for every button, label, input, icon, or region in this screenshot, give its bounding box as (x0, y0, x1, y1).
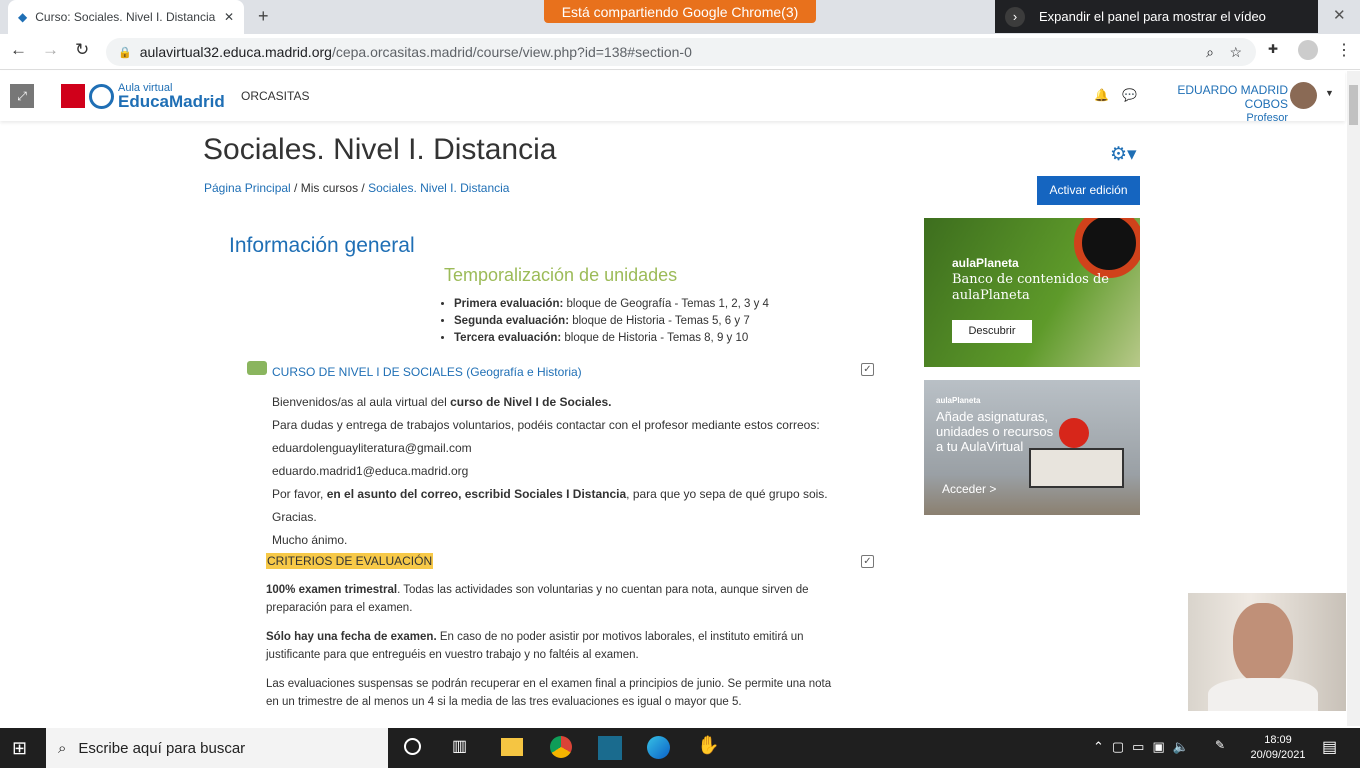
browser-toolbar: ← → ↻ 🔒 aulavirtual32.educa.madrid.org/c… (0, 34, 1360, 70)
hand-app-icon[interactable]: ✋ (697, 735, 719, 756)
books-icon (1029, 448, 1124, 488)
reload-icon[interactable]: ↻ (75, 40, 89, 60)
section-heading: Información general (229, 234, 415, 257)
list-item: Primera evaluación: bloque de Geografía … (454, 296, 769, 313)
app-icon[interactable] (598, 736, 622, 760)
graduation-cap-icon: ◆ (18, 10, 28, 24)
extensions-icon[interactable]: ✚ (1268, 42, 1278, 56)
webcam-video[interactable] (1188, 593, 1346, 711)
shirt-icon (1208, 678, 1318, 711)
menu-icon[interactable]: ⋮ (1336, 40, 1352, 60)
tab-bar: ◆ Curso: Sociales. Nivel I. Distancia ✕ … (0, 0, 1360, 34)
access-button[interactable]: Acceder > (942, 482, 996, 496)
close-window-icon[interactable]: ✕ (1333, 6, 1346, 24)
frog-eye-icon (1074, 218, 1140, 278)
cortana-icon[interactable] (404, 738, 421, 755)
forum-link[interactable]: CURSO DE NIVEL I DE SOCIALES (Geografía … (272, 365, 582, 379)
criteria-label[interactable]: CRITERIOS DE EVALUACIÓN (266, 553, 434, 569)
page-title: Sociales. Nivel I. Distancia (203, 133, 557, 166)
fullscreen-toggle[interactable]: ⤢ (10, 84, 34, 108)
pen-icon[interactable]: ✎ (1215, 738, 1225, 752)
completion-checkbox[interactable]: ✓ (861, 363, 874, 376)
sharing-banner[interactable]: Está compartiendo Google Chrome(3) (544, 0, 816, 23)
messages-icon[interactable]: 💬 (1122, 88, 1137, 102)
edge-icon[interactable] (647, 736, 670, 759)
chevron-right-icon: › (1005, 6, 1025, 27)
lock-icon: 🔒 (118, 46, 132, 59)
profile-icon[interactable] (1298, 40, 1318, 60)
expand-video-panel[interactable]: › Expandir el panel para mostrar el vídeo (995, 0, 1318, 33)
clock[interactable]: 18:09 20/09/2021 (1246, 733, 1310, 763)
educamadrid-logo-icon (89, 83, 114, 109)
browser-tab[interactable]: ◆ Curso: Sociales. Nivel I. Distancia ✕ (8, 0, 244, 34)
address-bar[interactable]: 🔒 aulavirtual32.educa.madrid.org/cepa.or… (106, 38, 1256, 66)
task-view-icon[interactable]: ▥ (452, 736, 467, 756)
completion-checkbox[interactable]: ✓ (861, 555, 874, 568)
taskbar-search[interactable]: ⌕ Escribe aquí para buscar (46, 728, 388, 768)
units-list: Primera evaluación: bloque de Geografía … (454, 296, 769, 347)
avatar[interactable] (1290, 82, 1317, 109)
windows-start-icon[interactable]: ⊞ (12, 738, 27, 759)
site-navbar: ⤢ Aula virtual EducaMadrid ORCASITAS 🔔 💬 … (0, 71, 1345, 124)
apple-books-icon (1059, 418, 1089, 448)
edit-mode-button[interactable]: Activar edición (1037, 176, 1140, 205)
settings-gear-icon[interactable]: ⚙▾ (1110, 143, 1137, 166)
notifications-center-icon[interactable]: ▤ (1322, 737, 1337, 757)
windows-taskbar: ⊞ ⌕ Escribe aquí para buscar ▥ ✋ ⌃▢▭▣🔈 ✎ … (0, 728, 1360, 768)
ad-aulaplaneta-acceder[interactable]: aulaPlaneta Añade asignaturas, unidades … (924, 380, 1140, 515)
zoom-icon[interactable]: ⌕ (1206, 44, 1214, 61)
ad-aulaplaneta-banco[interactable]: aulaPlaneta Banco de contenidos de aulaP… (924, 218, 1140, 367)
file-explorer-icon[interactable] (501, 738, 523, 756)
criteria-text: 100% examen trimestral. Todas las activi… (266, 584, 832, 708)
list-item: Tercera evaluación: bloque de Historia -… (454, 330, 769, 347)
list-item: Segunda evaluación: bloque de Historia -… (454, 313, 769, 330)
discover-button[interactable]: Descubrir (952, 320, 1032, 343)
search-icon: ⌕ (58, 739, 67, 757)
back-icon[interactable]: ← (10, 40, 27, 60)
chrome-icon[interactable] (550, 736, 572, 758)
chevron-down-icon[interactable]: ▼ (1325, 88, 1334, 98)
site-logo[interactable]: Aula virtual EducaMadrid (61, 82, 225, 110)
new-tab-button[interactable]: + (258, 6, 269, 27)
scrollbar[interactable] (1347, 71, 1360, 726)
notifications-icon[interactable]: 🔔 (1094, 88, 1109, 102)
forum-icon (247, 361, 267, 375)
star-icon[interactable]: ☆ (1229, 44, 1242, 61)
forward-icon[interactable]: → (42, 40, 59, 60)
tray-icons[interactable]: ⌃▢▭▣🔈 (1093, 739, 1197, 755)
breadcrumb-home[interactable]: Página Principal (204, 181, 291, 195)
madrid-flag-icon (61, 84, 85, 108)
user-menu[interactable]: EDUARDO MADRID COBOS Profesor (1140, 83, 1288, 125)
forum-description: Bienvenidos/as al aula virtual del curso… (272, 395, 828, 547)
site-name[interactable]: ORCASITAS (241, 89, 309, 103)
subheading: Temporalización de unidades (444, 265, 678, 285)
person-icon (1233, 603, 1293, 683)
close-tab-icon[interactable]: ✕ (224, 10, 234, 24)
breadcrumb: Página Principal / Mis cursos / Sociales… (204, 181, 510, 195)
breadcrumb-course[interactable]: Sociales. Nivel I. Distancia (368, 181, 509, 195)
